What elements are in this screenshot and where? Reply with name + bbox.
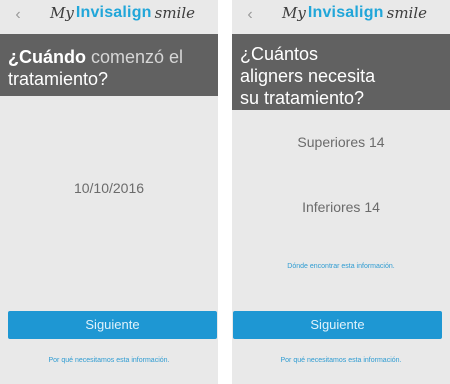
- logo-smile: smile: [154, 4, 196, 22]
- upper-aligners-field[interactable]: Superiores 14: [232, 134, 450, 150]
- next-button[interactable]: Siguiente: [233, 311, 442, 339]
- question-line-1: ¿Cuántos: [240, 44, 319, 64]
- question-bold: ¿Cuándo: [8, 47, 86, 67]
- logo-my: My: [282, 4, 306, 22]
- question-line-1: ¿Cuándo comenzó el: [8, 46, 183, 68]
- start-date-field[interactable]: 10/10/2016: [0, 180, 218, 196]
- lower-aligners-field[interactable]: Inferiores 14: [232, 199, 450, 215]
- question-light: comenzó el: [86, 47, 184, 67]
- app-logo: My Invisalign smile: [282, 4, 427, 28]
- logo-smile: smile: [386, 4, 428, 22]
- question-line-2: aligners necesita: [240, 66, 376, 86]
- top-bar: ‹ My Invisalign smile: [232, 0, 450, 34]
- where-info-link[interactable]: Dónde encontrar esta información.: [232, 263, 450, 270]
- screen-aligner-count: ‹ My Invisalign smile ¿Cuántos aligners ne…: [232, 0, 450, 384]
- back-chevron-icon[interactable]: ‹: [10, 5, 26, 25]
- logo-brand: Invisalign: [75, 4, 152, 21]
- question-header: ¿Cuándo comenzó el tratamiento?: [0, 34, 218, 96]
- next-button[interactable]: Siguiente: [8, 311, 217, 339]
- question-line-2: tratamiento?: [8, 69, 109, 89]
- back-chevron-icon[interactable]: ‹: [242, 5, 258, 25]
- logo-my: My: [50, 4, 74, 22]
- top-bar: ‹ My Invisalign smile: [0, 0, 218, 34]
- app-logo: My Invisalign smile: [50, 4, 195, 28]
- why-info-link[interactable]: Por qué necesitamos esta información.: [232, 357, 450, 364]
- why-info-link[interactable]: Por qué necesitamos esta información.: [0, 357, 218, 364]
- logo-brand: Invisalign: [307, 4, 384, 21]
- screen-start-date: ‹ My Invisalign smile ¿Cuándo comenzó el t…: [0, 0, 218, 384]
- question-line-3: su tratamiento?: [240, 88, 365, 108]
- question-header: ¿Cuántos aligners necesita su tratamient…: [232, 34, 450, 110]
